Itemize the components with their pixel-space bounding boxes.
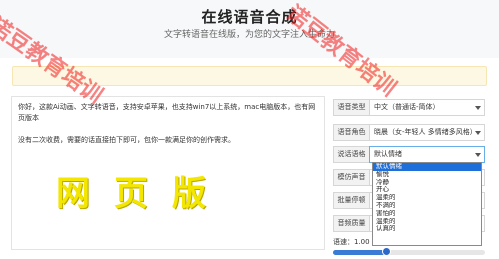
dropdown-option[interactable]: 害怕的 bbox=[373, 210, 481, 218]
dropdown-option[interactable]: 温柔的 bbox=[373, 218, 481, 226]
voice-role-label: 语音角色 bbox=[333, 124, 369, 141]
speaking-style-select[interactable]: 默认情绪 bbox=[369, 146, 485, 163]
dropdown-option[interactable]: 开心 bbox=[373, 186, 481, 194]
voice-type-select[interactable]: 中文（普通话-简体） bbox=[369, 99, 485, 116]
speaking-style-dropdown[interactable]: 默认情绪 愉悦 冷静 开心 温柔的 不满的 害怕的 温柔的 认真的 bbox=[372, 162, 482, 246]
dropdown-option[interactable]: 冷静 bbox=[373, 179, 481, 187]
audio-quality-label: 音频质量 bbox=[333, 215, 369, 232]
voice-role-select[interactable]: 晓晨（女-年轻人 多情绪多风格） bbox=[369, 124, 485, 141]
speaking-style-label: 说话语格 bbox=[333, 146, 369, 163]
speed-slider-fill bbox=[333, 250, 386, 255]
voice-type-label: 语音类型 bbox=[333, 99, 369, 116]
speaking-style-value: 默认情绪 bbox=[374, 150, 402, 158]
voice-type-value: 中文（普通话-简体） bbox=[374, 103, 440, 111]
dropdown-option[interactable]: 认真的 bbox=[373, 225, 481, 233]
watermark-web-version: 网页版 bbox=[56, 174, 230, 214]
batch-pause-label: 批量停顿 bbox=[333, 192, 369, 209]
text-paragraph-2: 没有二次收费，需要的话直接拍下即可，包你一款满足你的创作需求。 bbox=[18, 136, 235, 144]
chevron-down-icon bbox=[475, 106, 481, 110]
voice-type-row: 语音类型 中文（普通话-简体） bbox=[333, 99, 485, 116]
voice-role-row: 语音角色 晓晨（女-年轻人 多情绪多风格） bbox=[333, 124, 485, 141]
page-header: 在线语音合成 文字转语音在线版，为您的文字注入生命力 bbox=[0, 0, 499, 58]
imitate-voice-label: 模仿声音 bbox=[333, 169, 369, 186]
page-subtitle: 文字转语音在线版，为您的文字注入生命力 bbox=[163, 30, 335, 40]
chevron-down-icon bbox=[475, 131, 481, 135]
speed-slider-handle[interactable] bbox=[382, 247, 391, 256]
speed-label: 语速：1.00 bbox=[333, 238, 370, 246]
voice-role-value: 晓晨（女-年轻人 多情绪多风格） bbox=[374, 128, 477, 136]
chevron-down-icon bbox=[475, 153, 481, 157]
dropdown-option[interactable]: 愉悦 bbox=[373, 171, 481, 179]
page-title: 在线语音合成 bbox=[201, 8, 298, 26]
speed-slider[interactable] bbox=[333, 247, 485, 256]
speaking-style-row: 说话语格 默认情绪 bbox=[333, 146, 485, 163]
dropdown-option[interactable]: 默认情绪 bbox=[373, 163, 481, 171]
dropdown-option[interactable]: 温柔的 bbox=[373, 194, 481, 202]
dropdown-option[interactable]: 不满的 bbox=[373, 202, 481, 210]
text-paragraph-1: 你好，这款Ai动画、文字转语音，支持安卓苹果，也支持win7以上系统，mac电脑… bbox=[18, 103, 316, 122]
